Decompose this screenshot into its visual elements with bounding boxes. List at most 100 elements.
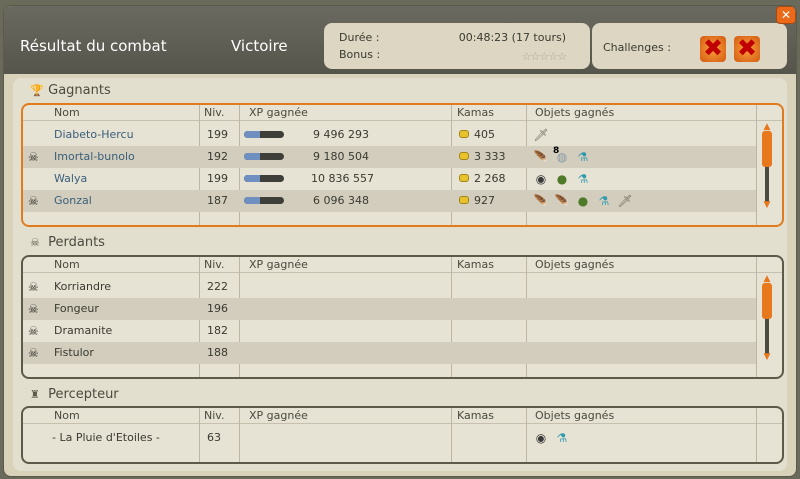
player-name[interactable]: Fongeur [54,302,99,315]
sword-item-icon[interactable]: 🗡 [616,192,634,210]
player-level: 187 [207,194,228,207]
bonus-label: Bonus : [339,48,381,61]
col-objects: Objets gagnés [535,106,615,119]
col-xp: XP gagnée [249,258,308,271]
seed-item-icon[interactable]: ● [553,170,571,188]
item-count-badge: 8 [553,146,560,156]
player-name[interactable]: Imortal-bunolo [54,150,135,163]
xp-bar [244,175,284,182]
skull-crossbones-icon: ☠ [30,236,40,249]
xp-value: 10 836 557 [311,172,374,185]
xp-value: 9 496 293 [313,128,369,141]
scroll-down-icon[interactable]: ▼ [762,353,772,362]
table-header: Nom Niv. XP gagnée Kamas Objets gagnés [23,408,782,424]
kamas-icon [459,196,469,204]
kamas-icon [459,152,469,160]
table-row[interactable]: ☠ Gonzal 187 6 096 348 927 🪶 🪶 ● ⚗ 🗡 [23,190,756,212]
feather-item-icon[interactable]: 🪶 [532,192,550,210]
scroll-thumb[interactable] [762,283,772,319]
seed-item-icon[interactable]: ● [574,192,592,210]
collector-table: Nom Niv. XP gagnée Kamas Objets gagnés -… [21,406,784,464]
skull-icon: ☠ [28,302,39,316]
skull-icon: ☠ [28,346,39,360]
scroll-thumb[interactable] [762,131,772,167]
feather-item-icon[interactable]: 🪶 [553,192,571,210]
xp-value: 6 096 348 [313,194,369,207]
kamas-value: 927 [474,194,495,207]
skull-icon: ☠ [28,150,39,164]
player-name[interactable]: Fistulor [54,346,94,359]
window-title: Résultat du combat [20,37,167,55]
potion-item-icon[interactable]: ⚗ [574,148,592,166]
challenges-label: Challenges : [603,41,671,54]
col-kamas: Kamas [457,106,494,119]
combat-result-window: Résultat du combat Victoire Durée : 00:4… [3,5,797,477]
winners-table: Nom Niv. XP gagnée Kamas Objets gagnés D… [21,103,784,227]
table-row[interactable]: Diabeto-Hercu 199 9 496 293 405 🗡 [23,124,756,146]
col-level: Niv. [204,409,225,422]
losers-scrollbar[interactable]: ▲ ▼ [762,275,772,362]
player-name[interactable]: Korriandre [54,280,111,293]
scroll-up-icon[interactable]: ▲ [762,275,772,284]
challenge-failed-icon[interactable]: ✖ [734,36,760,62]
player-level: 188 [207,346,228,359]
kamas-icon [459,130,469,138]
xp-bar [244,153,284,160]
challenges-box: Challenges : ✖ ✖ [592,23,787,69]
col-kamas: Kamas [457,409,494,422]
collector-level: 63 [207,431,221,444]
feather-item-icon[interactable]: 🪶 [532,148,550,166]
player-level: 222 [207,280,228,293]
kamas-value: 405 [474,128,495,141]
col-level: Niv. [204,106,225,119]
table-row[interactable]: ☠ Fongeur 196 [23,298,756,320]
scroll-up-icon[interactable]: ▲ [762,123,772,132]
collector-name[interactable]: - La Pluie d'Etoiles - [52,431,160,444]
player-name[interactable]: Walya [54,172,87,185]
player-level: 196 [207,302,228,315]
player-name[interactable]: Diabeto-Hercu [54,128,134,141]
xp-bar [244,131,284,138]
combat-result: Victoire [231,37,288,55]
table-header: Nom Niv. XP gagnée Kamas Objets gagnés [23,257,782,273]
table-row[interactable]: Walya 199 10 836 557 2 268 ◉ ● ⚗ [23,168,756,190]
table-row[interactable]: - La Pluie d'Etoiles - 63 ◉ ⚗ [23,427,756,449]
table-row[interactable]: ☠ Fistulor 188 [23,342,756,364]
col-objects: Objets gagnés [535,258,615,271]
duration-label: Durée : [339,31,380,44]
player-name[interactable]: Dramanite [54,324,112,337]
player-level: 192 [207,150,228,163]
skull-icon: ☠ [28,194,39,208]
sword-item-icon[interactable]: 🗡 [532,126,550,144]
player-level: 199 [207,172,228,185]
col-xp: XP gagnée [249,409,308,422]
xp-value: 9 180 504 [313,150,369,163]
potion-item-icon[interactable]: ⚗ [595,192,613,210]
trophy-icon: 🏆 [30,84,44,97]
skull-icon: ☠ [28,324,39,338]
kamas-icon [459,174,469,182]
kamas-value: 3 333 [474,150,506,163]
losers-title-text: Perdants [48,235,105,250]
player-level: 199 [207,128,228,141]
col-name: Nom [54,258,80,271]
col-kamas: Kamas [457,258,494,271]
potion-item-icon[interactable]: ⚗ [553,429,571,447]
col-objects: Objets gagnés [535,409,615,422]
scroll-down-icon[interactable]: ▼ [762,201,772,210]
winners-scrollbar[interactable]: ▲ ▼ [762,123,772,210]
collector-section-title: ♜ Percepteur [30,387,119,402]
skull-icon: ☠ [28,280,39,294]
combat-info-box: Durée : 00:48:23 (17 tours) Bonus : ☆☆☆☆… [324,23,590,69]
table-row[interactable]: ☠ Dramanite 182 [23,320,756,342]
close-button[interactable]: ✕ [776,6,796,24]
table-row[interactable]: ☠ Imortal-bunolo 192 9 180 504 3 333 🪶 ◍… [23,146,756,168]
table-row[interactable]: ☠ Korriandre 222 [23,276,756,298]
challenge-failed-icon[interactable]: ✖ [700,36,726,62]
player-name[interactable]: Gonzal [54,194,92,207]
stone-item-icon[interactable]: ◉ [532,429,550,447]
winners-section-title: 🏆 Gagnants [30,83,111,98]
bonus-stars: ☆☆☆☆☆ [521,50,567,63]
potion-item-icon[interactable]: ⚗ [574,170,592,188]
stone-item-icon[interactable]: ◉ [532,170,550,188]
